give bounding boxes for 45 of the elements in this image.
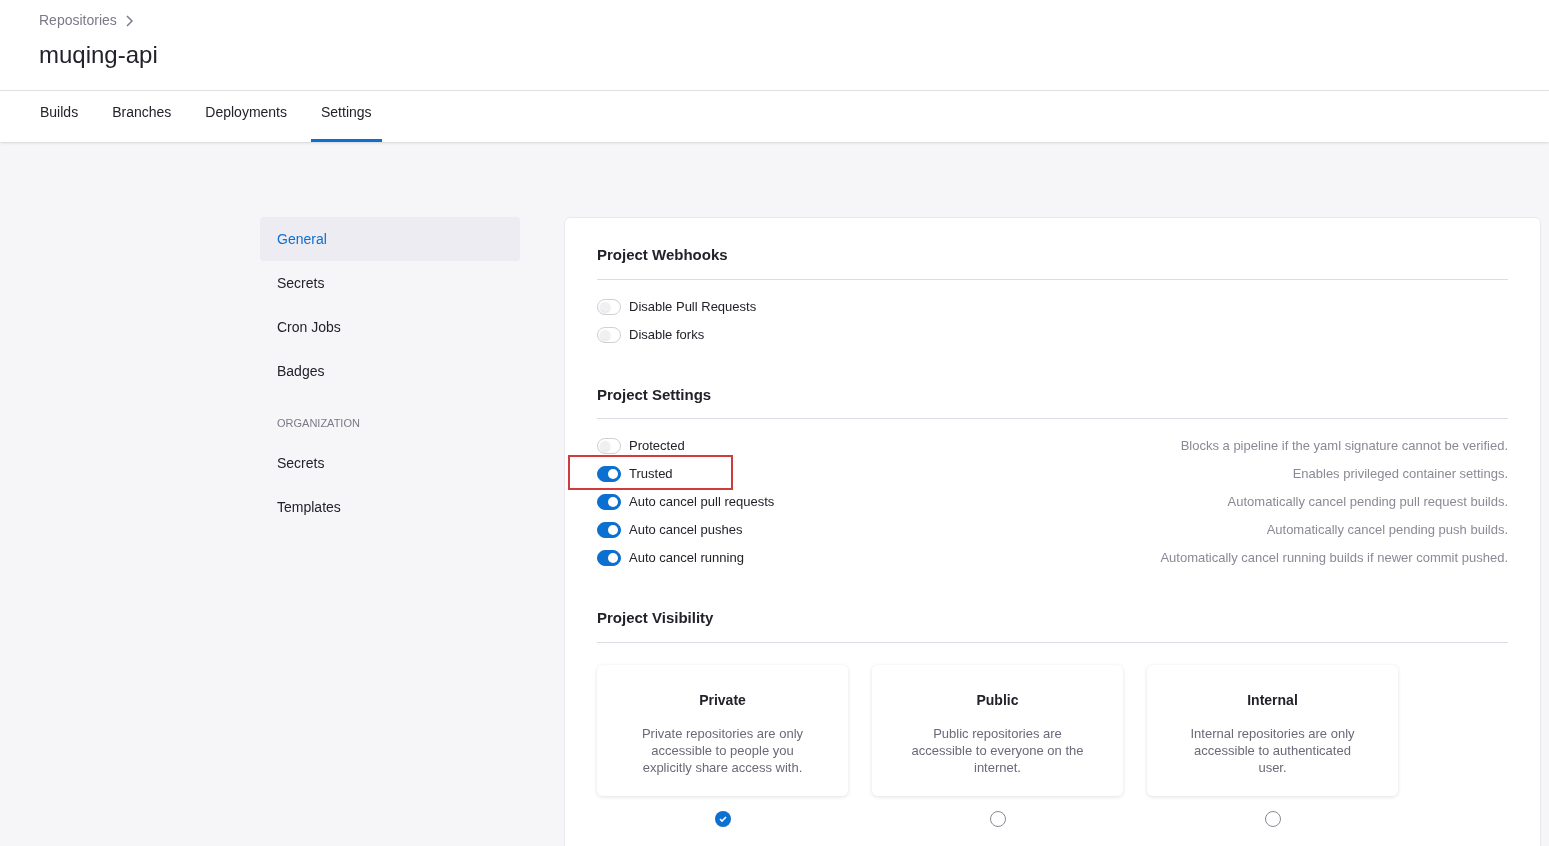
toggle-switch[interactable] xyxy=(597,522,621,538)
section-heading: Project Webhooks xyxy=(597,244,1508,280)
toggle-label: Auto cancel pushes xyxy=(629,521,743,540)
visibility-card[interactable]: Public Public repositories are accessible to everyone on the internet. xyxy=(872,664,1123,796)
toggle-label: Disable Pull Requests xyxy=(629,297,757,316)
visibility-card[interactable]: Private Private repositories are only accessible to people you explicitly share access with. xyxy=(597,664,848,796)
sidebar-item[interactable]: Templates xyxy=(260,485,520,530)
visibility-title: Private xyxy=(699,690,746,710)
setting-description: Enables privileged container settings. xyxy=(1292,465,1508,484)
tab[interactable]: Branches xyxy=(102,102,182,142)
visibility-description: Public repositories are accessible to everyone on the internet. xyxy=(910,724,1085,776)
toggle-switch[interactable] xyxy=(597,550,621,566)
section-heading: Project Settings xyxy=(597,383,1508,419)
tab[interactable]: Settings xyxy=(311,102,382,142)
visibility-description: Internal repositories are only accessible to authenticated user. xyxy=(1189,724,1356,776)
checked-radio-icon[interactable] xyxy=(714,810,731,827)
section-label: ORGANIZATION xyxy=(276,416,361,431)
sidebar-item[interactable]: General xyxy=(260,217,520,261)
radio-button[interactable] xyxy=(1264,810,1281,827)
sidebar-item[interactable]: Cron Jobs xyxy=(260,305,520,349)
toggle-label: Disable forks xyxy=(629,325,705,344)
chevron-right-icon xyxy=(124,14,133,27)
sidebar-item[interactable]: Secrets xyxy=(260,261,520,305)
visibility-description: Private repositories are only accessible to people you explicitly share access with. xyxy=(640,724,805,776)
radio-button[interactable] xyxy=(989,810,1006,827)
visibility-card[interactable]: Internal Internal repositories are only accessible to authenticated user. xyxy=(1147,664,1398,796)
setting-description: Automatically cancel pending push builds. xyxy=(1266,521,1508,540)
sidebar-item[interactable]: Badges xyxy=(260,349,520,393)
visibility-title: Internal xyxy=(1247,690,1298,710)
page-title: muqing-api xyxy=(39,40,159,70)
visibility-title: Public xyxy=(976,690,1019,710)
setting-description: Automatically cancel pending pull request builds. xyxy=(1227,493,1508,512)
setting-description: Blocks a pipeline if the yaml signature cannot be verified. xyxy=(1180,437,1508,456)
tab[interactable]: Builds xyxy=(30,102,89,142)
sidebar-item[interactable]: Secrets xyxy=(260,441,520,486)
breadcrumb-link[interactable]: Repositories xyxy=(39,10,117,31)
toggle-label: Trusted xyxy=(629,465,673,484)
setting-description: Automatically cancel running builds if newer commit pushed. xyxy=(1160,549,1508,568)
toggle-label: Protected xyxy=(629,437,685,456)
toggle-switch[interactable] xyxy=(597,494,621,510)
toggle-label: Auto cancel running xyxy=(629,549,744,568)
toggle-label: Auto cancel pull requests xyxy=(629,493,775,512)
tab[interactable]: Deployments xyxy=(195,102,297,142)
section-heading: Project Visibility xyxy=(597,607,1508,643)
toggle-switch[interactable] xyxy=(597,466,621,482)
